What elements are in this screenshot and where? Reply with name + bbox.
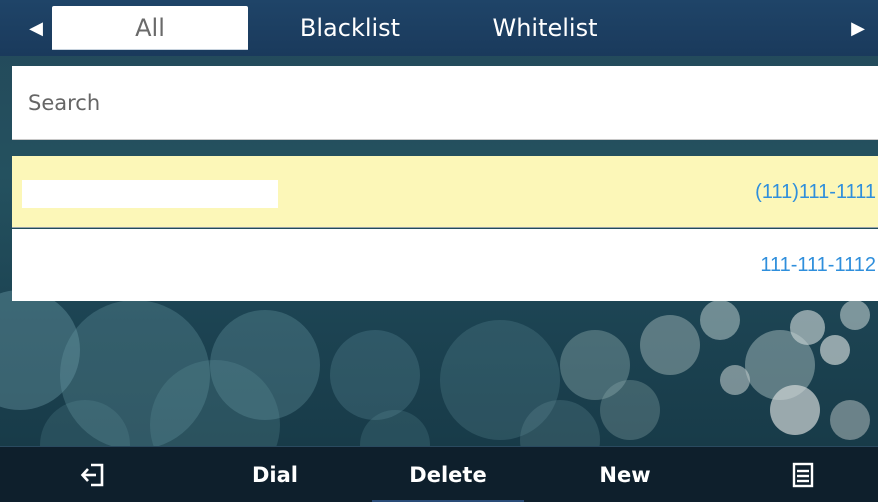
phone-screen: ◀ All Blacklist Whitelist ▶ (111)111-111… [0,0,878,502]
contact-row-selected[interactable]: (111)111-1111 [12,156,878,228]
triangle-right-icon[interactable]: ▶ [840,0,876,56]
tab-bar: ◀ All Blacklist Whitelist ▶ [0,0,878,56]
exit-arrow-icon [80,463,104,487]
search-box[interactable] [12,66,878,140]
back-softkey[interactable] [18,447,168,502]
tab-label: Blacklist [299,14,401,42]
dial-button[interactable]: Dial [200,447,350,502]
softkey-bar: Dial Delete New [0,446,878,502]
dial-label: Dial [252,463,298,487]
contact-number: 111-111-1112 [760,253,876,276]
contact-name-redacted [22,180,278,208]
delete-button[interactable]: Delete [362,447,534,502]
tab-all[interactable]: All [52,6,248,50]
menu-list-icon [792,462,814,488]
new-label: New [599,463,651,487]
menu-softkey[interactable] [728,447,878,502]
triangle-left-icon[interactable]: ◀ [18,0,54,56]
delete-label: Delete [409,463,487,487]
new-button[interactable]: New [550,447,700,502]
contact-row[interactable]: 111-111-1112 [12,229,878,301]
tab-whitelist[interactable]: Whitelist [465,6,625,50]
tab-blacklist[interactable]: Blacklist [270,6,430,50]
search-input[interactable] [26,89,830,116]
contact-number: (111)111-1111 [755,180,876,203]
tab-label: All [135,14,165,42]
tab-label: Whitelist [492,14,598,42]
